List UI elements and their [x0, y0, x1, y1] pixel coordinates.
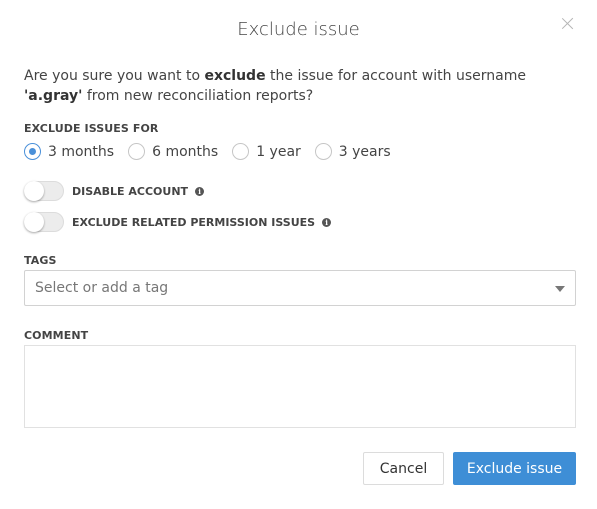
exclude-related-label: EXCLUDE RELATED PERMISSION ISSUES	[72, 215, 316, 229]
comment-textarea[interactable]	[24, 345, 576, 428]
exclude-related-row: EXCLUDE RELATED PERMISSION ISSUES i	[24, 212, 332, 232]
radio-circle	[314, 143, 332, 160]
disable-account-toggle[interactable]	[24, 181, 64, 201]
radio-label: 3 years	[338, 143, 391, 160]
dialog-title: Exclude issue	[237, 19, 360, 40]
comment-label: COMMENT	[24, 329, 89, 342]
message-username: 'a.gray'	[24, 88, 83, 104]
toggle-knob	[24, 212, 44, 232]
toggle-knob	[24, 181, 44, 201]
radio-label: 1 year	[256, 143, 301, 160]
radio-6-months[interactable]: 6 months	[128, 143, 218, 160]
message-middle: the issue for account with username	[265, 68, 526, 84]
radio-circle	[232, 143, 250, 160]
disable-account-row: DISABLE ACCOUNT i	[24, 181, 205, 201]
close-icon[interactable]	[559, 15, 577, 33]
radio-3-months[interactable]: 3 months	[24, 143, 114, 160]
radio-circle	[24, 143, 41, 160]
confirmation-message: Are you sure you want to exclude the iss…	[24, 66, 579, 106]
tags-placeholder: Select or add a tag	[35, 280, 169, 296]
cancel-button[interactable]: Cancel	[363, 452, 444, 485]
message-suffix: from new reconciliation reports?	[82, 88, 314, 104]
radio-label: 6 months	[152, 143, 219, 160]
disable-account-label: DISABLE ACCOUNT	[72, 184, 189, 198]
exclude-related-toggle[interactable]	[24, 212, 64, 232]
radio-3-years[interactable]: 3 years	[314, 143, 391, 160]
radio-label: 3 months	[48, 143, 115, 160]
tags-label: TAGS	[24, 254, 57, 267]
info-icon[interactable]: i	[195, 186, 205, 196]
exclude-issue-dialog: Exclude issue Are you sure you want to e…	[0, 0, 597, 509]
chevron-down-icon	[555, 286, 565, 292]
message-action: exclude	[204, 68, 266, 84]
tags-select[interactable]: Select or add a tag	[24, 270, 576, 306]
exclude-issue-button[interactable]: Exclude issue	[453, 452, 576, 485]
radio-1-year[interactable]: 1 year	[232, 143, 301, 160]
info-icon[interactable]: i	[322, 217, 332, 227]
exclude-period-radio-group: 3 months 6 months 1 year 3 years	[24, 143, 405, 160]
exclude-period-label: EXCLUDE ISSUES FOR	[24, 122, 159, 135]
radio-circle	[128, 143, 146, 160]
message-prefix: Are you sure you want to	[24, 68, 205, 84]
